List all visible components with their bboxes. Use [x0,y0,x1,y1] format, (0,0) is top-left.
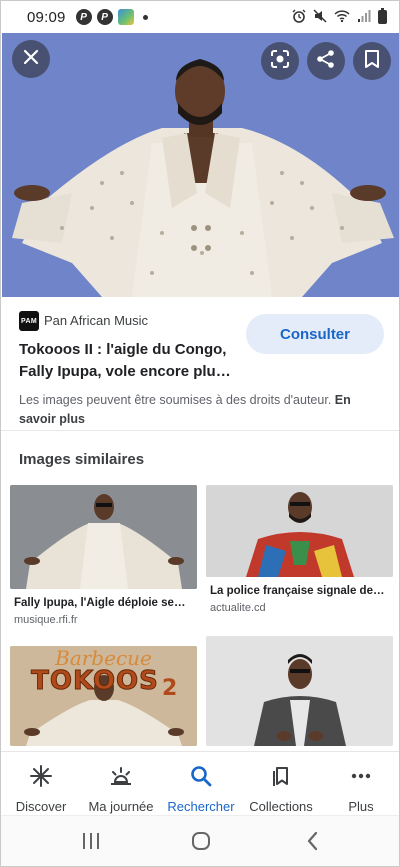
similar-image-item[interactable] [206,636,393,746]
source-title[interactable]: Tokooos II : l'aigle du Congo, Fally Ipu… [19,339,247,383]
asterisk-icon [29,764,53,793]
status-time: 09:09 [27,8,66,26]
mute-icon [313,8,327,26]
thumbnail-overlay-title: TOKOOS [31,666,159,697]
back-button[interactable] [303,830,323,857]
copyright-notice: Les images peuvent être soumises à des d… [19,391,379,429]
similar-image-item[interactable]: La police française signale de… actualit… [206,485,393,619]
system-navigation-bar [1,815,399,866]
hero-image[interactable] [2,33,399,297]
bookmark-icon [364,49,380,74]
app-notification-icon: P [96,9,113,25]
battery-icon [378,8,387,24]
close-button[interactable] [12,40,50,78]
source-card: PAM Pan African Music Tokooos II : l'aig… [1,297,399,431]
bookmark-button[interactable] [353,42,391,80]
similar-image-caption: La police française signale de… [210,585,385,597]
gallery-notification-icon [117,9,134,25]
similar-image-thumbnail: Barbecue TOKOOS 2 [10,646,197,746]
similar-images-heading: Images similaires [19,451,145,468]
similar-image-item[interactable]: Barbecue TOKOOS 2 [10,646,197,746]
consult-button[interactable]: Consulter [246,314,384,354]
nav-rechercher[interactable]: Rechercher [161,752,241,815]
app-screen: 09:09 P P PAM Pan African Music Tokooos … [0,0,400,867]
source-name[interactable]: Pan African Music [44,313,148,328]
similar-image-caption: Fally Ipupa, l'Aigle déploie se… [14,597,186,609]
nav-label: Plus [348,799,374,814]
more-icon [349,764,373,793]
nav-collections[interactable]: Collections [241,752,321,815]
nav-discover[interactable]: Discover [1,752,81,815]
nav-label: Collections [249,799,313,814]
source-logo: PAM [19,311,39,331]
close-icon [22,48,40,71]
sunrise-icon [108,764,134,793]
status-bar: 09:09 P P [1,1,399,33]
nav-plus[interactable]: Plus [321,752,399,815]
more-notifications-dot [142,14,148,20]
collections-icon [269,764,293,793]
nav-ma-journee[interactable]: Ma journée [81,752,161,815]
thumbnail-overlay-number: 2 [162,676,178,701]
copyright-text: Les images peuvent être soumises à des d… [19,393,332,407]
nav-label: Ma journée [88,799,154,814]
signal-icon [357,9,371,26]
nav-label: Discover [15,799,67,814]
alarm-icon [292,9,306,26]
nav-label: Rechercher [167,799,235,814]
lens-button[interactable] [261,42,299,80]
lens-icon [270,49,290,74]
share-icon [316,49,336,74]
similar-image-thumbnail [206,485,393,577]
wifi-icon [334,9,350,26]
similar-image-item[interactable]: Fally Ipupa, l'Aigle déploie se… musique… [10,485,197,633]
app-notification-icon: P [75,9,92,25]
home-button[interactable] [190,830,212,857]
bottom-navigation: Discover Ma journée Rechercher Collectio… [1,751,399,815]
similar-image-domain: musique.rfi.fr [14,614,78,626]
recent-apps-button[interactable] [81,830,101,857]
search-icon [189,764,213,793]
similar-image-domain: actualite.cd [210,602,266,614]
similar-image-thumbnail [10,485,197,589]
similar-image-thumbnail [206,636,393,746]
share-button[interactable] [307,42,345,80]
